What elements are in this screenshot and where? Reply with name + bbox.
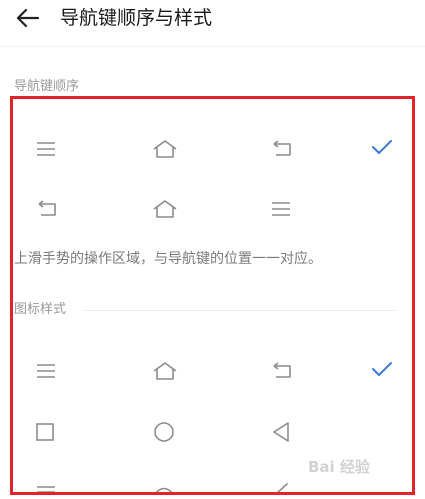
circle-icon [154, 422, 174, 442]
back-button[interactable] [12, 6, 44, 30]
back-icon [273, 140, 291, 156]
check-icon [372, 362, 392, 376]
menu-icon [272, 202, 290, 216]
header: 导航键顺序与样式 [0, 0, 425, 40]
chevron-back-icon [275, 483, 288, 495]
section-divider [84, 310, 396, 311]
home-icon [153, 362, 177, 380]
page-title: 导航键顺序与样式 [60, 7, 213, 29]
menu-icon [37, 364, 55, 378]
order-option-2[interactable] [13, 186, 415, 232]
header-divider [0, 46, 425, 47]
arrow-left-icon [16, 8, 40, 28]
menu-icon [37, 142, 55, 156]
order-description: 上滑手势的操作区域，与导航键的位置一一对应。 [14, 251, 322, 267]
section-label-order: 导航键顺序 [14, 79, 80, 94]
section-label-style: 图标样式 [14, 302, 67, 317]
home-icon [153, 200, 177, 218]
back-icon [273, 362, 291, 378]
home-icon [153, 140, 177, 158]
arc-home-icon [153, 487, 175, 495]
back-icon [38, 200, 56, 216]
order-option-1[interactable] [13, 126, 415, 172]
line-menu-icon [37, 486, 55, 493]
square-icon [36, 423, 54, 441]
style-option-2[interactable] [13, 409, 415, 455]
style-option-1[interactable] [13, 348, 415, 394]
watermark: Bai 经验 [308, 458, 370, 476]
triangle-back-icon [273, 422, 289, 442]
check-icon [372, 140, 392, 154]
